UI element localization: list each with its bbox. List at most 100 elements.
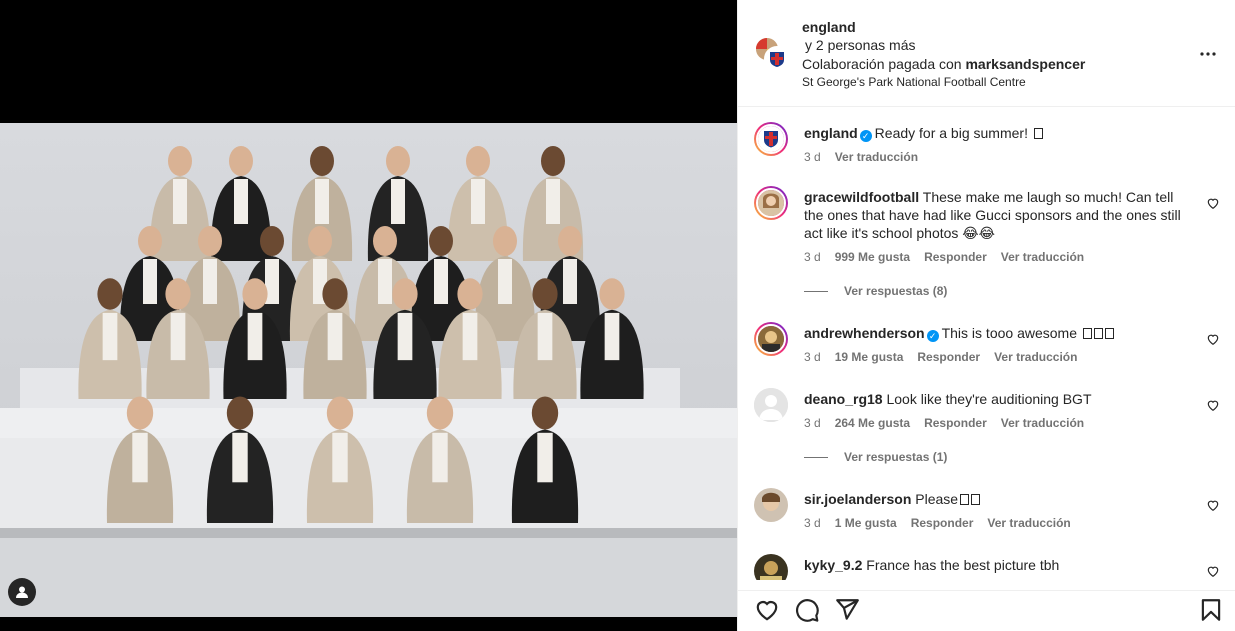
player-head xyxy=(558,226,582,256)
caption-text: Ready for a big summer! xyxy=(874,125,1032,141)
comment-username[interactable]: sir.joelanderson xyxy=(804,491,911,507)
comment-text: sir.joelanderson Please xyxy=(804,490,1184,508)
team-photo[interactable] xyxy=(0,123,737,617)
player-shirt xyxy=(170,312,186,361)
player-shirt xyxy=(537,312,553,361)
player-head xyxy=(466,146,490,176)
reply-button[interactable]: Responder xyxy=(924,416,987,430)
player-head xyxy=(386,146,410,176)
share-icon[interactable] xyxy=(834,597,860,623)
bookmark-icon[interactable] xyxy=(1198,597,1224,623)
heart-icon[interactable] xyxy=(1206,332,1220,346)
user-tag-icon[interactable] xyxy=(8,578,36,606)
player-head xyxy=(532,278,558,310)
player-head xyxy=(373,226,397,256)
comment-content: This is tooo awesome xyxy=(941,325,1081,341)
view-replies-button[interactable]: Ver respuestas (1) xyxy=(804,450,947,464)
comments-list[interactable]: england ✓ Ready for a big summer! 3 d Ver t… xyxy=(738,108,1235,580)
divider xyxy=(804,456,828,458)
player-head xyxy=(322,278,348,310)
heart-icon[interactable] xyxy=(1206,398,1220,412)
player-head xyxy=(541,146,565,176)
player-head xyxy=(429,226,453,256)
player-head xyxy=(226,396,254,430)
comment-time[interactable]: 3 d xyxy=(804,250,821,264)
player-shirt xyxy=(432,432,448,483)
player-shirt xyxy=(203,259,217,304)
player-head xyxy=(168,146,192,176)
player-head xyxy=(229,146,253,176)
like-count[interactable]: 999 Me gusta xyxy=(835,250,910,264)
comment-content: Look like they're auditioning BGT xyxy=(886,391,1092,407)
avatar[interactable] xyxy=(754,554,788,580)
heart-icon[interactable] xyxy=(1206,498,1220,512)
translate-link[interactable]: Ver traducción xyxy=(835,150,918,164)
comment-content: France has the best picture tbh xyxy=(866,557,1060,573)
player-head xyxy=(493,226,517,256)
heart-icon[interactable] xyxy=(1206,196,1220,210)
comment-text: kyky_9.2 France has the best picture tbh xyxy=(804,556,1184,574)
reply-button[interactable]: Responder xyxy=(924,250,987,264)
player-shirt xyxy=(434,259,448,304)
verified-icon: ✓ xyxy=(926,330,939,342)
player-shirt xyxy=(397,312,413,361)
player-head xyxy=(426,396,454,430)
like-count[interactable]: 19 Me gusta xyxy=(835,350,904,364)
player-shirt xyxy=(537,432,553,483)
emoji-glyph xyxy=(1104,328,1114,339)
translate-link[interactable]: Ver traducción xyxy=(994,350,1077,364)
player-shirt xyxy=(247,312,263,361)
view-replies-button[interactable]: Ver respuestas (8) xyxy=(804,284,947,298)
view-replies-label: Ver respuestas (8) xyxy=(844,284,948,298)
comment-time[interactable]: 3 d xyxy=(804,350,821,364)
avatar[interactable] xyxy=(754,488,788,522)
player-shirt xyxy=(102,312,118,361)
translate-link[interactable]: Ver traducción xyxy=(1001,250,1084,264)
comment-time[interactable]: 3 d xyxy=(804,516,821,530)
player-head xyxy=(198,226,222,256)
player-head xyxy=(310,146,334,176)
comment-username[interactable]: gracewildfootball xyxy=(804,189,919,205)
emoji-glyph xyxy=(960,494,970,505)
comment-icon[interactable] xyxy=(794,597,820,623)
post-sidebar: england y 2 personas más Colaboración pa… xyxy=(737,0,1235,631)
more-options-icon[interactable] xyxy=(1196,42,1220,66)
translate-link[interactable]: Ver traducción xyxy=(987,516,1070,530)
player-head xyxy=(599,278,625,310)
reply-button[interactable]: Responder xyxy=(917,350,980,364)
author-username[interactable]: england xyxy=(802,18,1085,36)
player-shirt xyxy=(378,259,392,304)
emoji-glyph xyxy=(1082,328,1092,339)
like-count[interactable]: 264 Me gusta xyxy=(835,416,910,430)
player-shirt xyxy=(173,179,187,224)
avatar[interactable] xyxy=(754,122,788,156)
player-shirt xyxy=(546,179,560,224)
comment-content: Please xyxy=(915,491,959,507)
player-shirt xyxy=(563,259,577,304)
player-head xyxy=(308,226,332,256)
comment-username[interactable]: kyky_9.2 xyxy=(804,557,862,573)
location-link[interactable]: St George's Park National Football Centr… xyxy=(802,74,1085,90)
player-head xyxy=(138,226,162,256)
player-head xyxy=(457,278,483,310)
translate-link[interactable]: Ver traducción xyxy=(1001,416,1084,430)
heart-icon[interactable] xyxy=(1206,564,1220,578)
collaborator-avatars[interactable] xyxy=(754,36,790,72)
comment-username[interactable]: deano_rg18 xyxy=(804,391,883,407)
player-head xyxy=(97,278,123,310)
avatar[interactable] xyxy=(754,322,788,356)
comment-time[interactable]: 3 d xyxy=(804,150,821,164)
heart-icon[interactable] xyxy=(754,597,780,623)
comment-username[interactable]: andrewhenderson xyxy=(804,325,925,341)
view-replies-label: Ver respuestas (1) xyxy=(844,450,948,464)
avatar[interactable] xyxy=(754,388,788,422)
player-shirt xyxy=(132,432,148,483)
collaborators-link[interactable]: y 2 personas más xyxy=(802,36,1085,54)
comment-username[interactable]: england xyxy=(804,125,858,141)
avatar[interactable] xyxy=(754,186,788,220)
comment-time[interactable]: 3 d xyxy=(804,416,821,430)
reply-button[interactable]: Responder xyxy=(911,516,974,530)
like-count[interactable]: 1 Me gusta xyxy=(835,516,897,530)
paid-partner-link[interactable]: marksandspencer xyxy=(965,56,1085,72)
player-shirt xyxy=(315,179,329,224)
